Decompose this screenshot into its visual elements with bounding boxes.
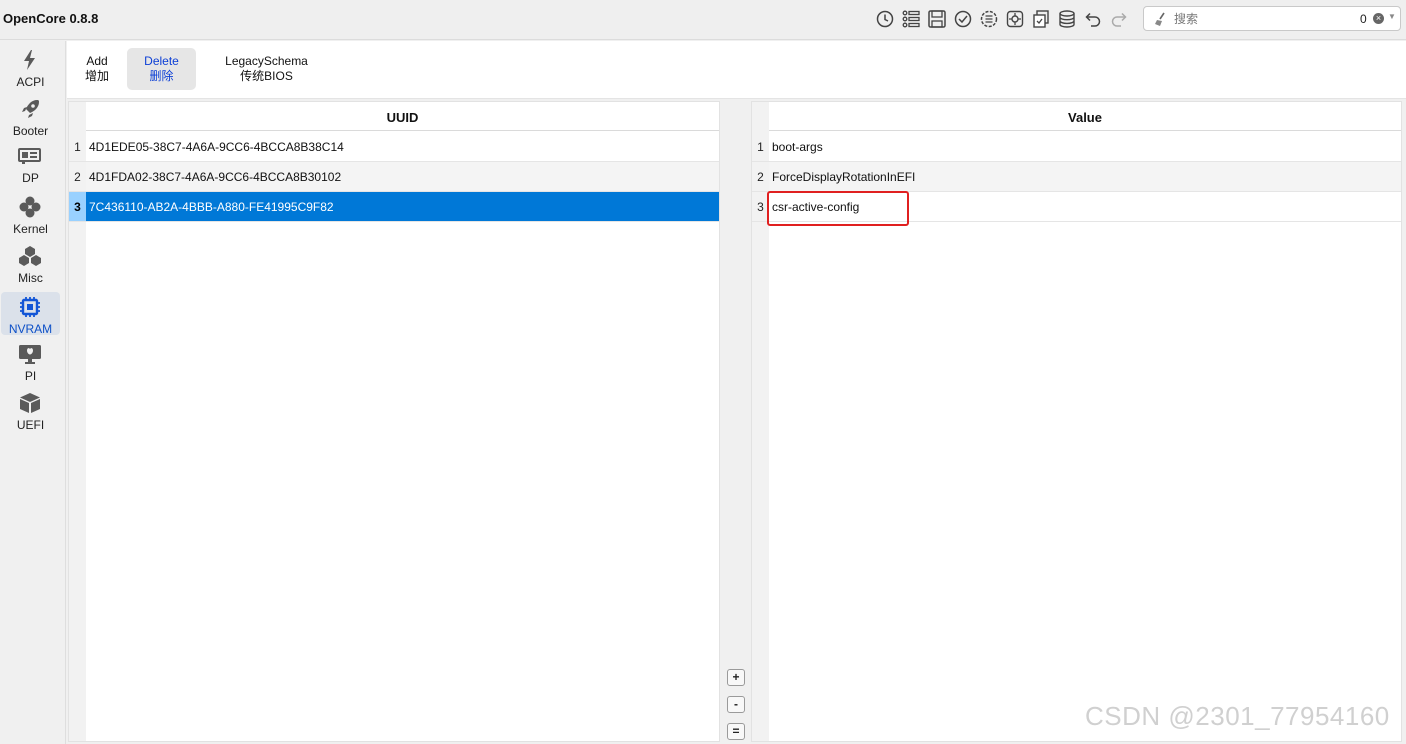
redo-icon[interactable] [1108, 8, 1130, 30]
sidebar-item-booter[interactable]: Booter [1, 94, 60, 138]
uuid-table: UUID 1 4D1EDE05-38C7-4A6A-9CC6-4BCCA8B38… [68, 101, 720, 742]
database-icon[interactable] [1056, 8, 1078, 30]
sidebar: ACPI Booter DP Kernel Misc NVRAM PI UEFI [0, 41, 66, 744]
title-bar: OpenCore 0.8.8 搜索 0 × ▼ [0, 0, 1406, 40]
copy-icon[interactable] [1030, 8, 1052, 30]
sidebar-item-label: PI [24, 369, 37, 383]
tab-legacyschema[interactable]: LegacySchema 传统BIOS [213, 48, 320, 90]
uuid-cell[interactable]: 4D1EDE05-38C7-4A6A-9CC6-4BCCA8B38C14 [86, 132, 719, 162]
watermark: CSDN @2301_77954160 [1085, 701, 1390, 731]
sidebar-item-label: UEFI [16, 418, 45, 432]
clear-search-icon[interactable]: × [1373, 13, 1384, 24]
sidebar-item-pi[interactable]: PI [1, 339, 60, 383]
annotation-highlight-box [767, 191, 909, 226]
sidebar-item-acpi[interactable]: ACPI [1, 45, 60, 89]
row-number: 2 [69, 162, 86, 192]
section-tabs: Add 增加 Delete 删除 LegacySchema 传统BIOS [67, 41, 1406, 99]
uuid-cell[interactable]: 7C436110-AB2A-4BBB-A880-FE41995C9F82 [86, 192, 719, 222]
chevron-down-icon[interactable]: ▼ [1388, 12, 1396, 21]
sidebar-item-label: Misc [18, 271, 43, 285]
tab-sublabel: 删除 [149, 69, 174, 83]
row-number: 1 [752, 132, 769, 162]
bolt-icon [24, 50, 35, 70]
sidebar-item-kernel[interactable]: Kernel [1, 192, 60, 236]
search-input[interactable] [1174, 10, 1344, 27]
duplicate-row-button[interactable]: = [727, 723, 745, 740]
row-number: 2 [752, 162, 769, 192]
cubes-icon [19, 246, 41, 266]
sidebar-item-nvram[interactable]: NVRAM [1, 292, 60, 336]
value-column-header[interactable]: Value [769, 102, 1401, 131]
rocket-icon [22, 100, 39, 118]
broom-search-icon [1155, 12, 1165, 26]
chip-icon [20, 297, 40, 317]
list-circle-icon[interactable] [978, 8, 1000, 30]
sidebar-item-label: NVRAM [8, 322, 53, 336]
list-icon[interactable] [900, 8, 922, 30]
value-cell[interactable]: boot-args [769, 132, 1401, 162]
toolbar-icons [874, 8, 1130, 30]
history-icon[interactable] [874, 8, 896, 30]
gear-icon[interactable] [1004, 8, 1026, 30]
uuid-cell[interactable]: 4D1FDA02-38C7-4A6A-9CC6-4BCCA8B30102 [86, 162, 719, 192]
atom-icon [19, 196, 41, 218]
search-box[interactable]: 0 × ▼ [1143, 6, 1401, 31]
undo-icon[interactable] [1082, 8, 1104, 30]
box-icon [20, 393, 40, 413]
sidebar-item-label: ACPI [16, 75, 45, 89]
tab-add[interactable]: Add 增加 [67, 48, 127, 90]
tab-sublabel: 传统BIOS [240, 69, 293, 83]
sidebar-item-label: Kernel [13, 222, 48, 236]
remove-row-button[interactable]: - [727, 696, 745, 713]
apple-monitor-icon [19, 345, 41, 364]
sidebar-item-uefi[interactable]: UEFI [1, 388, 60, 432]
tab-label: Delete [144, 54, 179, 68]
row-number: 1 [69, 132, 86, 162]
sidebar-item-label: Booter [12, 124, 49, 138]
row-number: 3 [69, 192, 86, 222]
display-card-icon [18, 148, 41, 164]
tab-label: Add [86, 54, 108, 68]
app-title: OpenCore 0.8.8 [3, 11, 99, 26]
sidebar-item-dp[interactable]: DP [1, 141, 60, 185]
search-count: 0 [1360, 12, 1367, 26]
sidebar-item-label: DP [22, 171, 39, 185]
sidebar-item-misc[interactable]: Misc [1, 241, 60, 285]
check-icon[interactable] [952, 8, 974, 30]
uuid-column-header[interactable]: UUID [86, 102, 719, 131]
tab-delete[interactable]: Delete 删除 [127, 48, 196, 90]
tab-sublabel: 增加 [84, 69, 109, 83]
value-cell[interactable]: ForceDisplayRotationInEFI [769, 162, 1401, 192]
add-row-button[interactable]: + [727, 669, 745, 686]
save-icon[interactable] [926, 8, 948, 30]
tab-label: LegacySchema [225, 54, 308, 68]
